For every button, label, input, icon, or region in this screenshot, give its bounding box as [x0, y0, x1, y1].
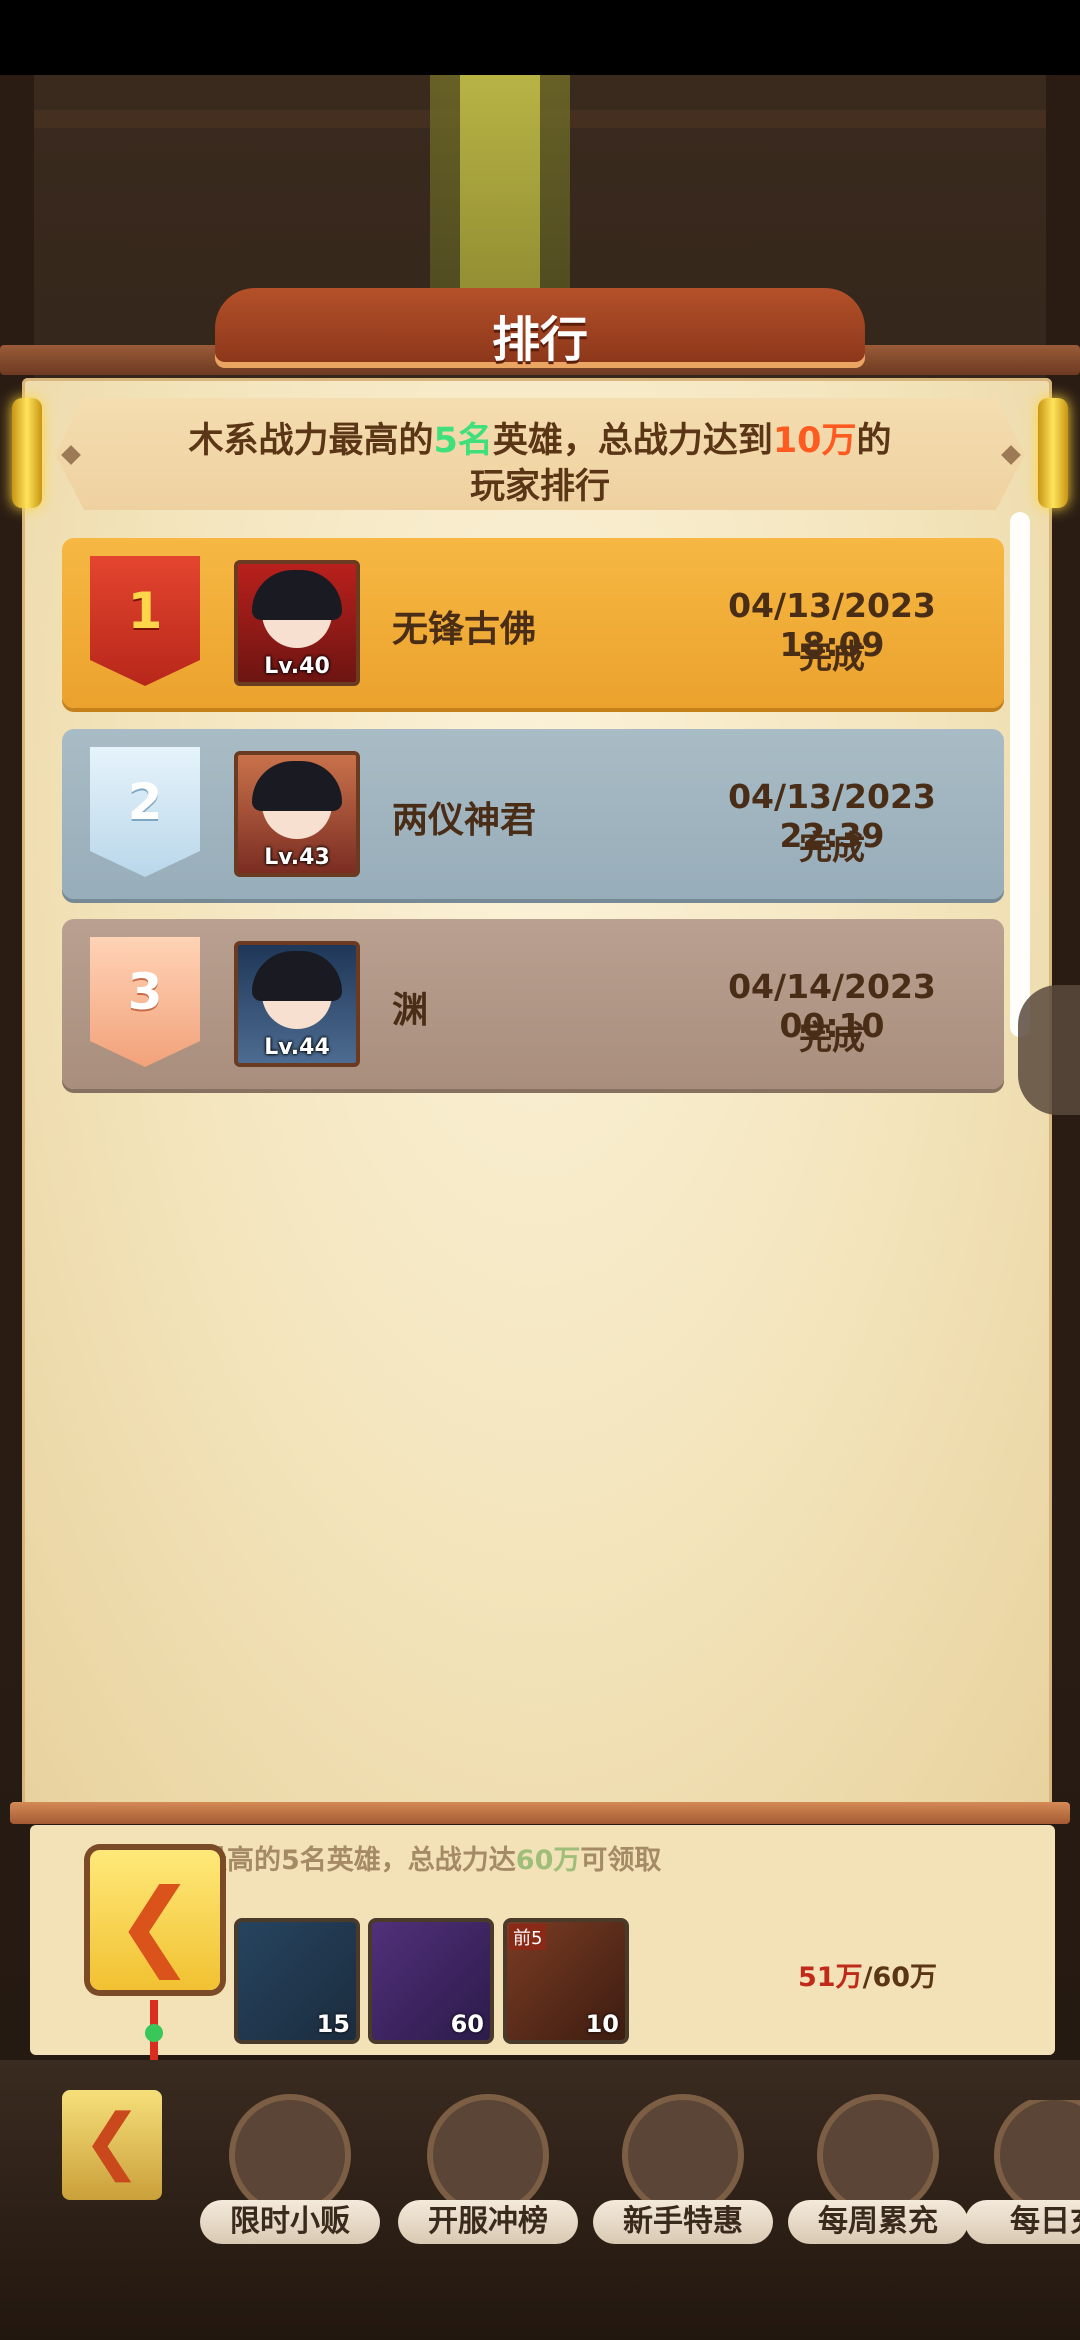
lantern-icon [12, 398, 42, 508]
nav-item-weekly-recharge[interactable]: 每周累充 [788, 2100, 968, 2250]
dialog-title-plate: 排行 [215, 268, 865, 378]
player-level: Lv.43 [264, 845, 330, 870]
rank-number: 3 [127, 963, 163, 1021]
reward-item[interactable]: 前5 10 [503, 1918, 629, 2044]
reward-item-count: 60 [450, 2010, 484, 2038]
progress-text: 51万/60万 [798, 1962, 938, 1993]
nav-item-daily-recharge[interactable]: 每日充 [965, 2100, 1080, 2250]
nav-label: 每日充 [965, 2200, 1080, 2244]
nav-item-server-ranking[interactable]: 开服冲榜 [398, 2100, 578, 2250]
completion-status: 完成 [799, 828, 865, 867]
ranking-row[interactable]: 1 Lv.40 无锋古佛 04/13/2023 18:09 完成 [62, 538, 1004, 708]
description-banner: 木系战力最高的5名英雄，总战力达到10万的 玩家排行 [55, 398, 1025, 510]
cord-knot [145, 2024, 163, 2042]
activity-condition-text: 最高的5名英雄，总战力达60万可领取 [200, 1845, 662, 1876]
rank-badge-gold: 1 [90, 556, 200, 686]
completion-status: 完成 [799, 637, 865, 676]
avatar-hair [252, 761, 342, 811]
lion-dance-icon [823, 2100, 933, 2210]
back-arrow-icon: ❮ [114, 1868, 196, 1980]
description-line-1: 木系战力最高的5名英雄，总战力达到10万的 [188, 421, 892, 461]
back-arrow-icon: ❮ [81, 2098, 143, 2182]
rank-badge-bronze: 3 [90, 937, 200, 1067]
back-button[interactable]: ❮ [90, 1850, 220, 1990]
player-avatar[interactable]: Lv.43 [234, 751, 360, 877]
reward-item-count: 15 [316, 2010, 350, 2038]
nav-item-limited-vendor[interactable]: 限时小贩 [200, 2100, 380, 2250]
player-name: 渊 [392, 990, 429, 1031]
nav-label: 新手特惠 [593, 2200, 773, 2244]
avatar-hair [252, 951, 342, 1001]
player-level: Lv.40 [264, 654, 330, 679]
avatar-hair [252, 570, 342, 620]
reward-item-count: 10 [585, 2010, 619, 2038]
rank-number: 2 [127, 773, 163, 831]
scroll-rod-bottom [10, 1802, 1070, 1824]
player-avatar[interactable]: Lv.40 [234, 560, 360, 686]
nav-label: 限时小贩 [200, 2200, 380, 2244]
hero-portrait-icon [628, 2100, 738, 2210]
completion-status: 完成 [799, 1018, 865, 1057]
player-avatar[interactable]: Lv.44 [234, 941, 360, 1067]
lantern-icon [1038, 398, 1068, 508]
ranking-row[interactable]: 2 Lv.43 两仪神君 04/13/2023 22:39 完成 [62, 729, 1004, 899]
description-line-2: 玩家排行 [469, 467, 610, 507]
reward-item[interactable]: 15 [234, 1918, 360, 2044]
gift-icon [1000, 2100, 1080, 2210]
status-bar [0, 0, 1080, 75]
side-expand-tab[interactable] [1018, 985, 1080, 1115]
rank-badge-silver: 2 [90, 747, 200, 877]
ranking-row[interactable]: 3 Lv.44 渊 04/14/2023 00:10 完成 [62, 919, 1004, 1089]
player-name: 两仪神君 [392, 800, 537, 841]
list-scrollbar[interactable] [1010, 512, 1030, 1037]
player-level: Lv.44 [264, 1035, 330, 1060]
rank-number: 1 [127, 582, 163, 640]
ranking-scroll-icon [433, 2100, 543, 2210]
nav-label: 每周累充 [788, 2200, 968, 2244]
nav-back-button[interactable]: ❮ [62, 2090, 162, 2200]
reward-item-tag: 前5 [509, 1924, 547, 1950]
vendor-icon [235, 2100, 345, 2210]
reward-item[interactable]: 60 [368, 1918, 494, 2044]
dialog-title: 排行 [491, 312, 588, 368]
player-name: 无锋古佛 [392, 609, 537, 650]
nav-label: 开服冲榜 [398, 2200, 578, 2244]
nav-item-newbie-deal[interactable]: 新手特惠 [593, 2100, 773, 2250]
